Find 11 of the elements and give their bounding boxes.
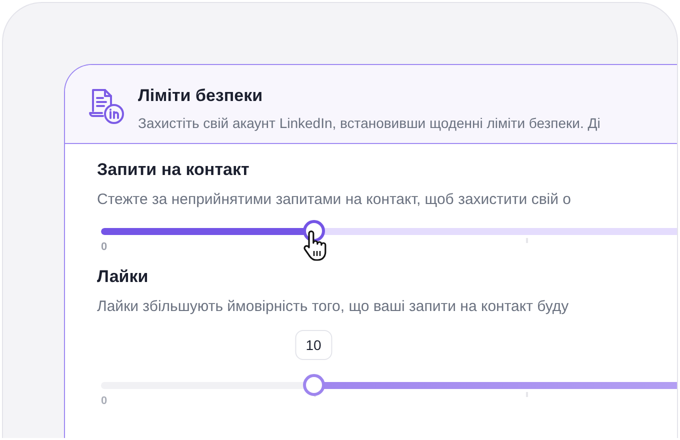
slider-min-label: 0: [101, 241, 108, 253]
setting-title: Лайки: [97, 267, 150, 287]
card-title: Ліміти безпеки: [138, 86, 264, 106]
setting-title: Запити на контакт: [97, 160, 250, 180]
setting-description: Лайки збільшують ймовірність того, що ваші запити на контакт буду: [97, 298, 570, 315]
setting-description: Стежте за неприйнятими запитами на контакт, щоб захистити свій о: [97, 191, 572, 208]
card-description: Захистіть свій акаунт LinkedIn, встановивши щоденні ліміти безпеки. Ді: [138, 115, 600, 131]
slider-thumb[interactable]: [302, 374, 324, 396]
value-tooltip: 10: [294, 330, 332, 360]
slider-min-label: 0: [101, 395, 108, 407]
document-badge-icon: [87, 87, 125, 125]
